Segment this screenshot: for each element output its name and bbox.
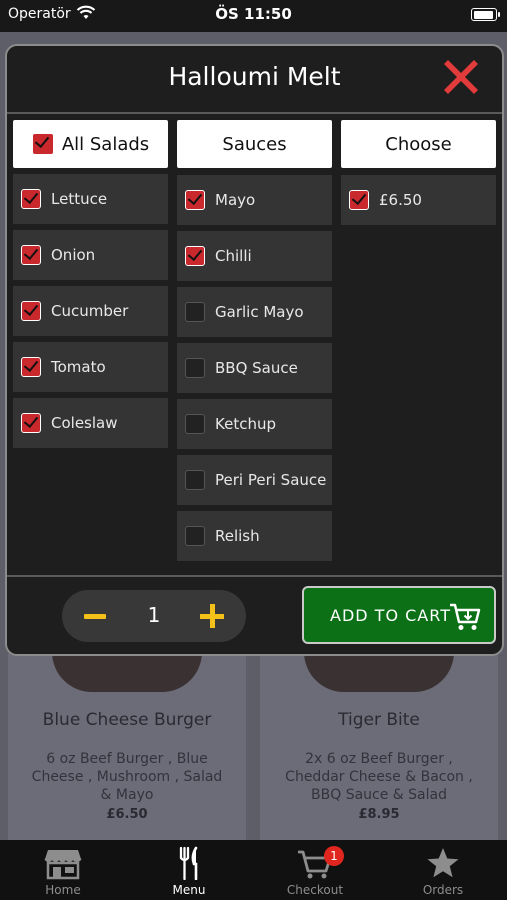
menu-item-title: Tiger Bite [338,710,420,730]
option-label: Ketchup [215,415,276,433]
tab-label: Menu [172,883,206,897]
checkbox[interactable] [185,470,205,490]
option-label: Onion [51,246,96,264]
option-garlic-mayo[interactable]: Garlic Mayo [177,287,332,337]
option-label: Lettuce [51,190,108,208]
menu-item-description: 2x 6 oz Beef Burger , Cheddar Cheese & B… [285,751,473,803]
checkbox[interactable] [21,189,41,209]
salads-header[interactable]: All Salads [13,120,168,168]
tab-checkout[interactable]: 1 Checkout [252,840,378,900]
add-to-cart-button[interactable]: ADD TO CART [302,586,496,644]
option-label: Chilli [215,247,252,265]
checkbox[interactable] [185,190,205,210]
sauces-header: Sauces [177,120,332,168]
quantity-stepper: 1 [62,590,246,642]
option-label: Cucumber [51,302,129,320]
tab-bar: Home Menu 1 Checkout Orders [0,840,507,900]
food-image [304,652,454,692]
option-lettuce[interactable]: Lettuce [13,174,168,224]
menu-item-card[interactable]: Tiger Bite 2x 6 oz Beef Burger , Cheddar… [260,652,498,842]
clock: ÖS 11:50 [215,5,292,23]
option-label: Peri Peri Sauce [215,471,327,489]
plus-icon[interactable] [200,604,224,628]
divider [7,575,502,577]
checkbox[interactable] [21,413,41,433]
tab-orders[interactable]: Orders [380,840,506,900]
food-image [52,652,202,692]
menu-item-description: 6 oz Beef Burger , Blue Cheese , Mushroo… [31,751,223,803]
checkbox[interactable] [185,358,205,378]
checkbox[interactable] [349,190,369,210]
star-icon [427,848,459,878]
checkbox[interactable] [21,245,41,265]
product-options-modal: Halloumi Melt All Salads Sauces Choose L… [5,44,504,656]
divider [7,112,502,114]
cutlery-icon [179,846,198,880]
option-coleslaw[interactable]: Coleslaw [13,398,168,448]
option-label: Relish [215,527,260,545]
option-label: BBQ Sauce [215,359,298,377]
tab-label: Orders [422,883,464,897]
store-icon [44,850,82,880]
cart-count-badge: 1 [324,846,344,866]
option-label: Coleslaw [51,414,118,432]
tab-home[interactable]: Home [0,840,126,900]
menu-item-title: Blue Cheese Burger [42,710,212,730]
option-tomato[interactable]: Tomato [13,342,168,392]
sauces-header-label: Sauces [222,133,287,155]
tab-label: Checkout [286,883,344,897]
add-to-cart-label: ADD TO CART [330,605,451,625]
choose-header: Choose [341,120,496,168]
checkbox[interactable] [21,357,41,377]
battery-icon [471,8,500,21]
modal-title: Halloumi Melt [168,62,341,91]
all-salads-checkbox[interactable] [31,133,54,155]
option-mayo[interactable]: Mayo [177,175,332,225]
checkbox[interactable] [185,414,205,434]
tab-menu[interactable]: Menu [126,840,252,900]
option-bbq-sauce[interactable]: BBQ Sauce [177,343,332,393]
option-peri-peri-sauce[interactable]: Peri Peri Sauce [177,455,332,505]
option-cucumber[interactable]: Cucumber [13,286,168,336]
checkbox[interactable] [185,302,205,322]
option-label: £6.50 [379,191,422,209]
checkbox[interactable] [21,301,41,321]
cart-add-icon [450,603,481,630]
option-relish[interactable]: Relish [177,511,332,561]
status-bar: Operatör ÖS 11:50 [0,0,507,32]
close-icon[interactable] [438,54,484,100]
option-ketchup[interactable]: Ketchup [177,399,332,449]
menu-item-card[interactable]: Blue Cheese Burger 6 oz Beef Burger , Bl… [8,652,246,842]
checkbox[interactable] [185,526,205,546]
option-chilli[interactable]: Chilli [177,231,332,281]
option-label: Mayo [215,191,256,209]
option-label: Tomato [51,358,106,376]
option-onion[interactable]: Onion [13,230,168,280]
checkbox[interactable] [185,246,205,266]
option-price[interactable]: £6.50 [341,175,496,225]
menu-item-price: £8.95 [358,807,400,822]
salads-header-label: All Salads [61,133,150,155]
menu-item-price: £6.50 [106,807,148,822]
tab-label: Home [45,883,81,897]
option-label: Garlic Mayo [215,303,304,321]
choose-header-label: Choose [385,133,452,155]
